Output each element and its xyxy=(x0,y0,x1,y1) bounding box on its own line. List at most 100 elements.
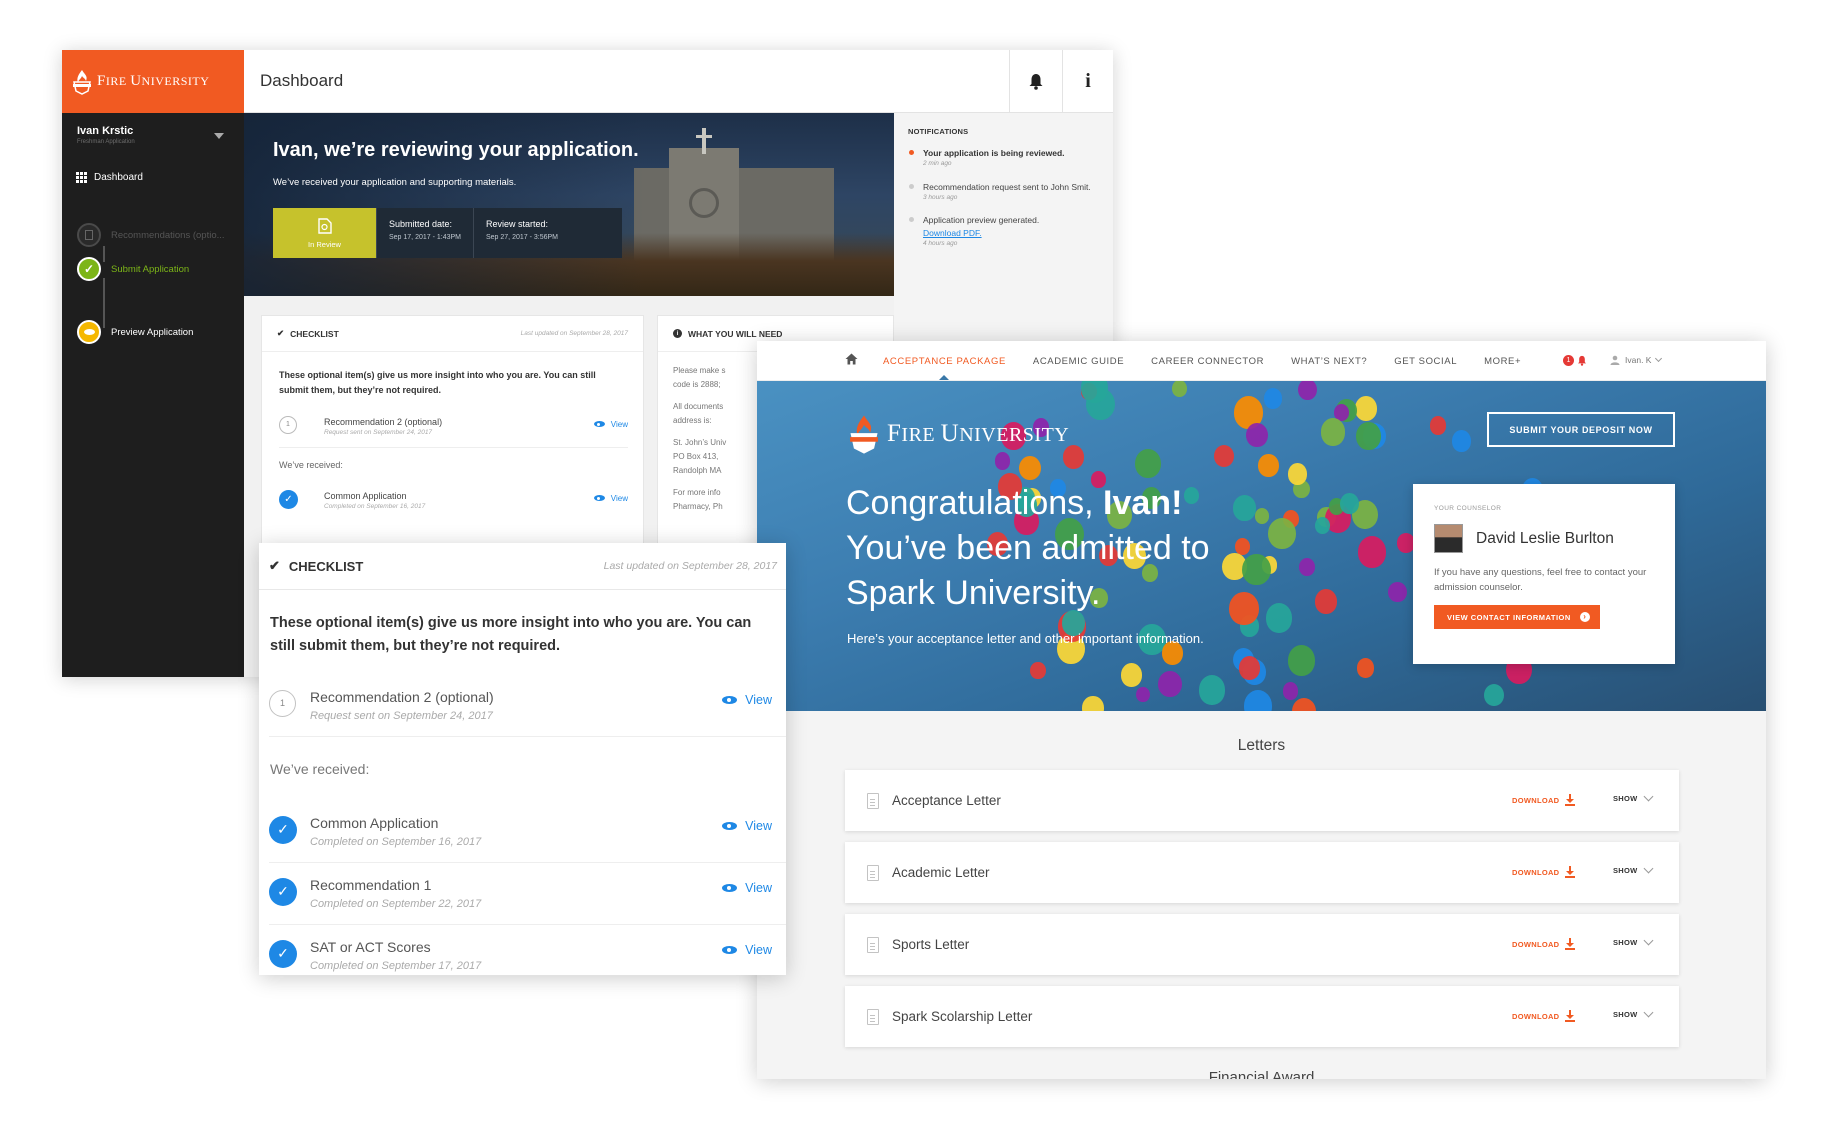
step-preview-application[interactable]: Preview Application xyxy=(77,317,237,347)
checklist-updated: Last updated on September 28, 2017 xyxy=(520,330,628,337)
download-button[interactable]: DOWNLOAD xyxy=(1512,794,1576,806)
notification-badge: 1 xyxy=(1563,355,1574,366)
home-icon[interactable] xyxy=(845,353,858,365)
item-title: SAT or ACT Scores xyxy=(310,938,431,955)
notification-item[interactable]: Recommendation request sent to John Smit… xyxy=(908,181,1099,203)
view-link[interactable]: View xyxy=(722,943,772,957)
acceptance-hero: FIRE UNIVERSITY Congratulations, Ivan! Yo… xyxy=(757,381,1766,711)
eye-icon xyxy=(722,883,738,892)
eye-icon xyxy=(722,695,738,704)
balloon-image xyxy=(1483,683,1504,707)
balloon-image xyxy=(1082,696,1104,711)
nav-more[interactable]: MORE+ xyxy=(1484,356,1521,367)
balloon-image xyxy=(1320,418,1346,447)
checklist-item: 1 Recommendation 2 (optional) Request se… xyxy=(269,675,786,737)
show-toggle[interactable]: SHOW xyxy=(1613,791,1653,803)
user-menu[interactable]: Ivan Krstic Freshman Application xyxy=(77,125,227,145)
user-menu[interactable]: Ivan. K xyxy=(1610,354,1663,365)
download-icon xyxy=(1565,794,1576,806)
brand-name: FIRE UNIVERSITY xyxy=(887,420,1070,447)
download-button[interactable]: DOWNLOAD xyxy=(1512,938,1576,950)
hero-title: Ivan, we’re reviewing your application. xyxy=(273,139,639,161)
view-link[interactable]: View xyxy=(593,494,628,503)
balloon-image xyxy=(1282,682,1299,700)
view-label: View xyxy=(745,880,772,895)
hero-title: Congratulations, Ivan! You’ve been admitt… xyxy=(846,481,1306,617)
step-label: Submit Application xyxy=(111,263,190,275)
notifications-heading: NOTIFICATIONS xyxy=(908,127,969,136)
balloon-image xyxy=(1355,396,1378,421)
submitted-date: Submitted date: Sep 17, 2017 - 1:43PM xyxy=(376,208,473,258)
step-recommendations[interactable]: Recommendations (optio... xyxy=(77,220,237,250)
submit-deposit-button[interactable]: SUBMIT YOUR DEPOSIT NOW xyxy=(1487,412,1675,447)
view-link[interactable]: View xyxy=(722,693,772,707)
checklist-item: ✓ SAT or ACT Scores Completed on Septemb… xyxy=(269,925,786,975)
item-subtitle: Completed on September 16, 2017 xyxy=(324,502,426,510)
status-bar: In Review Submitted date: Sep 17, 2017 -… xyxy=(273,208,622,258)
notifications-button[interactable]: 1 xyxy=(1563,355,1587,366)
step-number: 1 xyxy=(269,689,296,717)
user-name: Ivan Krstic xyxy=(77,125,134,137)
received-label: We’ve received: xyxy=(270,760,370,777)
received-label: We’ve received: xyxy=(279,459,343,470)
nav-career-connector[interactable]: CAREER CONNECTOR xyxy=(1151,356,1264,367)
step-submit-application[interactable]: ✓ Submit Application xyxy=(77,254,237,284)
counselor-info: David Leslie Burlton xyxy=(1434,524,1654,553)
brand-logo[interactable]: FIRE UNIVERSITY xyxy=(62,50,244,113)
info-circle-icon: i xyxy=(673,329,682,338)
item-subtitle: Completed on September 16, 2017 xyxy=(310,835,482,848)
check-icon: ✓ xyxy=(77,257,101,281)
review-value: Sep 27, 2017 - 3:56PM xyxy=(486,234,558,241)
show-toggle[interactable]: SHOW xyxy=(1613,1007,1653,1019)
counselor-card: YOUR COUNSELOR David Leslie Burlton If y… xyxy=(1413,484,1675,664)
document-icon xyxy=(867,1008,879,1025)
read-dot-icon xyxy=(909,183,914,189)
download-label: DOWNLOAD xyxy=(1512,795,1560,805)
item-title: Recommendation 2 (optional) xyxy=(310,688,494,705)
balloon-image xyxy=(1315,589,1338,614)
letter-row: Academic Letter DOWNLOAD SHOW xyxy=(845,842,1679,903)
step-label: Recommendations (optio... xyxy=(111,229,225,241)
eye-icon xyxy=(77,320,101,344)
show-label: SHOW xyxy=(1613,866,1638,875)
bell-icon[interactable] xyxy=(1009,50,1062,113)
eye-icon xyxy=(722,945,738,954)
balloon-image xyxy=(1263,388,1283,409)
nav-whats-next[interactable]: WHAT’S NEXT? xyxy=(1291,356,1367,367)
checklist-card-large: ✔ CHECKLIST Last updated on September 28… xyxy=(259,543,786,975)
caret-down-icon[interactable] xyxy=(214,133,224,139)
notification-item[interactable]: Application preview generated. Download … xyxy=(908,214,1099,248)
view-link[interactable]: View xyxy=(722,881,772,895)
item-subtitle: Completed on September 22, 2017 xyxy=(310,897,482,910)
sidebar: FIRE UNIVERSITY Ivan Krstic Freshman App… xyxy=(62,50,244,677)
show-toggle[interactable]: SHOW xyxy=(1613,935,1653,947)
notification-item[interactable]: Your application is being reviewed. 2 mi… xyxy=(908,147,1099,169)
review-started: Review started: Sep 27, 2017 - 3:56PM xyxy=(473,208,570,258)
notification-text: Recommendation request sent to John Smit… xyxy=(923,181,1091,192)
download-pdf-link[interactable]: Download PDF. xyxy=(923,228,982,238)
letter-row: Spark Scolarship Letter DOWNLOAD SHOW xyxy=(845,986,1679,1047)
nav-acceptance-package[interactable]: ACCEPTANCE PACKAGE xyxy=(883,356,1006,380)
view-link[interactable]: View xyxy=(722,819,772,833)
balloon-image xyxy=(1238,656,1260,680)
nav-get-social[interactable]: GET SOCIAL xyxy=(1394,356,1457,367)
balloon-image xyxy=(1018,455,1041,481)
check-icon: ✔ xyxy=(277,328,285,338)
nav-dashboard[interactable]: Dashboard xyxy=(76,172,143,183)
eye-icon xyxy=(593,421,605,428)
checklist-item: ✓ Common Application Completed on Septem… xyxy=(269,801,786,863)
checklist-heading: CHECKLIST xyxy=(290,328,339,339)
show-toggle[interactable]: SHOW xyxy=(1613,863,1653,875)
user-name: Ivan. K xyxy=(1625,355,1652,365)
view-contact-button[interactable]: VIEW CONTACT INFORMATION › xyxy=(1434,605,1600,630)
nav-academic-guide[interactable]: ACADEMIC GUIDE xyxy=(1033,356,1124,367)
view-link[interactable]: View xyxy=(593,419,628,429)
item-title: Common Application xyxy=(324,490,407,501)
counselor-name: David Leslie Burlton xyxy=(1476,529,1614,547)
view-label: View xyxy=(610,419,628,429)
download-button[interactable]: DOWNLOAD xyxy=(1512,1010,1576,1022)
download-button[interactable]: DOWNLOAD xyxy=(1512,866,1576,878)
application-steps: Recommendations (optio... ✓ Submit Appli… xyxy=(77,220,237,347)
info-icon[interactable]: i xyxy=(1062,50,1113,113)
balloon-image xyxy=(1172,381,1188,397)
